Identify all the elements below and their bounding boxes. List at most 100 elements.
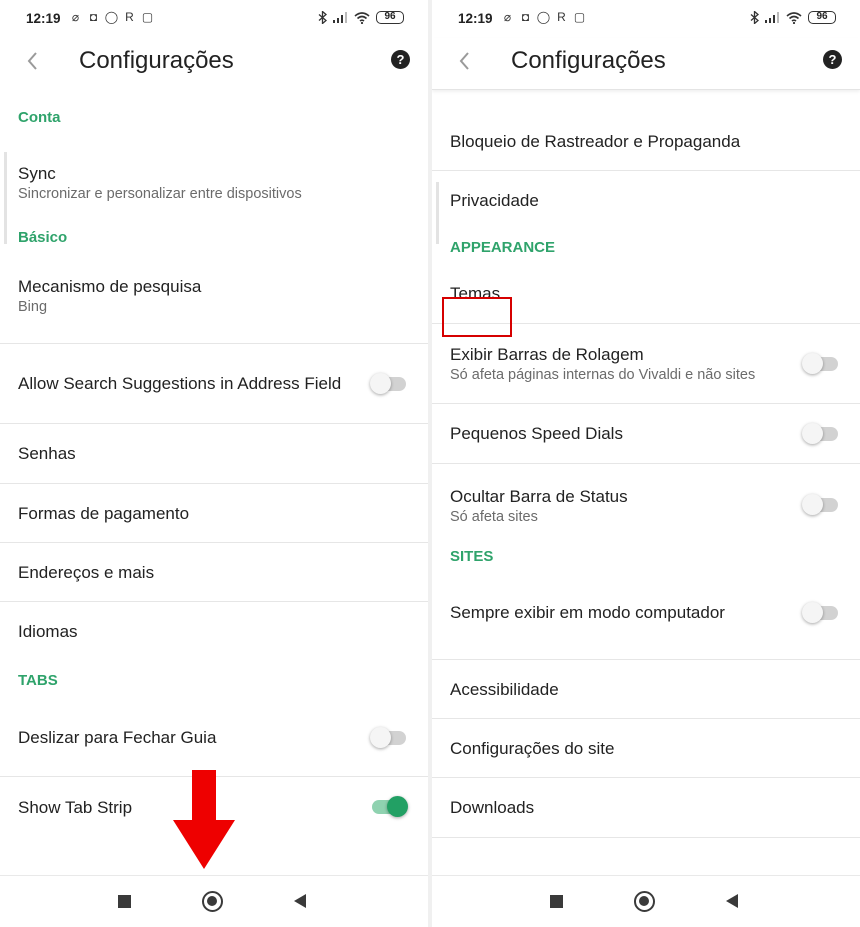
system-nav-bar <box>432 875 860 927</box>
settings-list: Conta Sync Sincronizar e personalizar en… <box>0 90 428 837</box>
system-nav-bar <box>0 875 428 927</box>
item-label: Configurações do site <box>450 738 615 758</box>
section-header-conta: Conta <box>18 109 61 126</box>
settings-item-senhas[interactable]: Senhas <box>0 424 428 484</box>
toggle-knob <box>370 372 391 394</box>
wifi-icon <box>786 11 802 24</box>
settings-item-tracker-block[interactable]: Bloqueio de Rastreador e Propaganda <box>432 112 860 171</box>
item-subtitle: Só afeta sites <box>450 508 538 525</box>
item-label: Sync <box>18 163 56 183</box>
notification-instagram-icon: ▢ <box>141 9 154 24</box>
page-title: Configurações <box>79 47 234 74</box>
notification-icons: ⌀ ◘ ◯ R ▢ <box>69 10 154 23</box>
settings-item-acessibilidade[interactable]: Acessibilidade <box>432 660 860 719</box>
notification-icons: ⌀ ◘ ◯ R ▢ <box>501 10 586 23</box>
settings-item-status-bar[interactable]: Ocultar Barra de Status Só afeta sites <box>432 464 860 546</box>
section-header-basico: Básico <box>18 229 68 246</box>
notification-app-icon: R <box>557 9 566 24</box>
nav-recents-icon[interactable] <box>550 895 563 908</box>
item-label: Endereços e mais <box>18 562 155 582</box>
battery-icon: 96 <box>808 11 836 24</box>
item-label: Bloqueio de Rastreador e Propaganda <box>450 131 741 151</box>
notification-whatsapp-icon: ◯ <box>536 9 551 24</box>
app-bar: Configurações ? <box>432 38 860 90</box>
desktop-mode-toggle[interactable] <box>802 601 838 623</box>
bluetooth-icon <box>318 11 327 24</box>
tab-strip-toggle[interactable] <box>372 796 408 817</box>
signal-icon <box>765 12 779 23</box>
help-icon[interactable]: ? <box>391 50 410 69</box>
status-right-icons: 96 <box>750 11 836 24</box>
nav-recents-icon[interactable] <box>118 895 131 908</box>
nav-home-icon[interactable] <box>202 891 223 912</box>
item-label: Acessibilidade <box>450 679 559 699</box>
notification-instagram-icon: ▢ <box>573 9 586 24</box>
back-chevron-icon[interactable] <box>450 46 480 76</box>
status-time: 12:19 <box>458 11 493 26</box>
settings-item-swipe-close[interactable]: Deslizar para Fechar Guia <box>0 699 428 777</box>
settings-item-idiomas[interactable]: Idiomas <box>0 602 428 661</box>
item-subtitle: Só afeta páginas internas do Vivaldi e n… <box>450 367 756 383</box>
notification-game-icon: ◘ <box>521 9 530 24</box>
scrollbars-toggle[interactable] <box>802 352 838 374</box>
settings-item-search-engine[interactable]: Mecanismo de pesquisa Bing <box>0 248 428 344</box>
back-chevron-icon[interactable] <box>18 46 48 76</box>
settings-item-privacidade[interactable]: Privacidade <box>432 171 860 230</box>
item-label: Formas de pagamento <box>18 503 190 523</box>
settings-item-site-settings[interactable]: Configurações do site <box>432 719 860 778</box>
nav-back-icon[interactable] <box>294 894 306 908</box>
section-header-tabs: TABS <box>18 671 58 689</box>
item-subtitle: Bing <box>18 299 48 315</box>
swipe-close-toggle[interactable] <box>370 726 406 748</box>
red-arrow-annotation <box>173 770 235 869</box>
temas-highlight-box <box>442 297 512 337</box>
search-suggestions-toggle[interactable] <box>370 372 406 394</box>
toggle-knob <box>802 601 823 623</box>
app-bar: Configurações ? <box>0 38 428 90</box>
section-header-sites: SITES <box>450 547 494 565</box>
bluetooth-icon <box>750 11 759 24</box>
battery-icon: 96 <box>376 11 404 24</box>
right-screen: 12:19 ⌀ ◘ ◯ R ▢ 96 Configurações ? Bloqu… <box>432 0 860 927</box>
toggle-knob <box>802 352 823 374</box>
page-title: Configurações <box>511 47 666 74</box>
item-label: Pequenos Speed Dials <box>450 424 623 443</box>
settings-item-enderecos[interactable]: Endereços e mais <box>0 543 428 602</box>
signal-icon <box>333 12 347 23</box>
wifi-icon <box>354 11 370 24</box>
left-screen: 12:19 ⌀ ◘ ◯ R ▢ 96 Configurações ? Conta… <box>0 0 428 927</box>
status-bar-toggle[interactable] <box>802 494 838 515</box>
help-icon[interactable]: ? <box>823 50 842 69</box>
item-label: Ocultar Barra de Status <box>450 486 628 506</box>
item-label: Senhas <box>18 444 76 463</box>
settings-item-sync[interactable]: Sync Sincronizar e personalizar entre di… <box>0 136 428 228</box>
item-label: Allow Search Suggestions in Address Fiel… <box>18 374 342 393</box>
item-label: Mecanismo de pesquisa <box>18 277 202 296</box>
item-label: Deslizar para Fechar Guia <box>18 728 217 747</box>
notification-alarm-off-icon: ⌀ <box>71 9 80 24</box>
toggle-knob <box>387 796 408 817</box>
nav-home-icon[interactable] <box>634 891 655 912</box>
notification-app-icon: R <box>125 9 134 24</box>
settings-item-desktop-mode[interactable]: Sempre exibir em modo computador <box>432 566 860 660</box>
item-label: Exibir Barras de Rolagem <box>450 345 644 364</box>
status-time: 12:19 <box>26 11 61 26</box>
section-header-appearance: APPEARANCE <box>450 238 556 256</box>
speed-dials-toggle[interactable] <box>802 422 838 444</box>
settings-item-downloads[interactable]: Downloads <box>432 778 860 838</box>
item-label: Downloads <box>450 798 535 817</box>
status-bar: 12:19 ⌀ ◘ ◯ R ▢ 96 <box>0 0 428 38</box>
settings-item-search-suggestions[interactable]: Allow Search Suggestions in Address Fiel… <box>0 344 428 424</box>
item-label: Sempre exibir em modo computador <box>450 603 725 622</box>
nav-back-icon[interactable] <box>726 894 738 908</box>
toggle-knob <box>802 422 823 444</box>
item-label: Privacidade <box>450 191 539 210</box>
item-subtitle: Sincronizar e personalizar entre disposi… <box>18 185 302 202</box>
settings-item-pagamento[interactable]: Formas de pagamento <box>0 484 428 543</box>
notification-alarm-off-icon: ⌀ <box>503 9 512 24</box>
notification-whatsapp-icon: ◯ <box>104 9 119 24</box>
settings-item-speed-dials[interactable]: Pequenos Speed Dials <box>432 404 860 464</box>
item-label: Idiomas <box>18 622 78 641</box>
notification-game-icon: ◘ <box>89 9 98 24</box>
toggle-knob <box>370 726 391 748</box>
